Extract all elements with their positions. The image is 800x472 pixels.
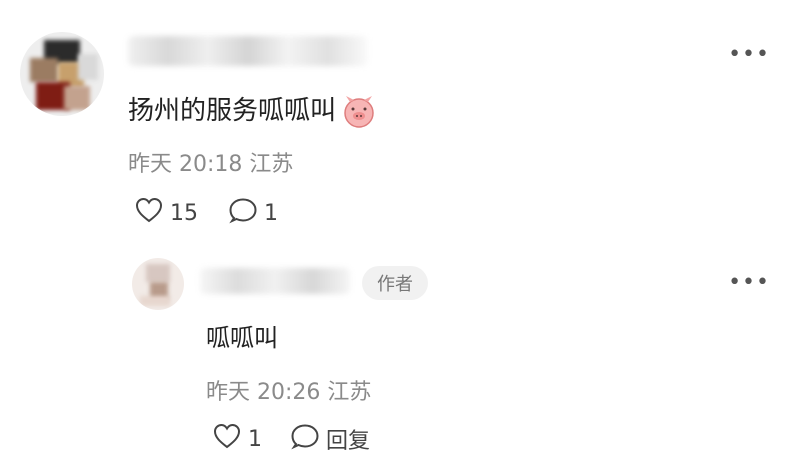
more-icon[interactable]: ••• (728, 42, 770, 67)
reply-label: 回复 (326, 429, 371, 454)
reply-meta: 昨天 20:26 江苏 (206, 374, 371, 406)
reply-count: 1 (264, 200, 278, 226)
comment-time: 昨天 20:18 (128, 152, 243, 177)
heart-icon (134, 196, 164, 230)
like-button[interactable]: 15 (134, 196, 198, 230)
comment-icon (290, 422, 320, 456)
reply-text: 呱呱叫 (206, 324, 278, 352)
comment-meta: 昨天 20:18 江苏 (128, 146, 293, 178)
pig-emoji-icon (340, 94, 378, 130)
author-badge: 作者 (362, 266, 428, 300)
username[interactable] (128, 36, 368, 66)
reply-reply-button[interactable]: 回复 (290, 422, 370, 456)
like-count: 15 (170, 200, 198, 226)
reply-more-icon[interactable]: ••• (728, 270, 770, 295)
reply-username[interactable] (200, 268, 350, 294)
reply-button[interactable]: 1 (228, 196, 278, 230)
comment-text: 扬州的服务呱呱叫 (128, 90, 378, 130)
comment-icon (228, 196, 258, 230)
reply-like-count: 1 (248, 426, 262, 452)
avatar[interactable] (20, 32, 104, 116)
comment-location: 江苏 (249, 152, 294, 177)
reply-location: 江苏 (327, 380, 372, 405)
reply-time: 昨天 20:26 (206, 380, 321, 405)
comment-body: 扬州的服务呱呱叫 (128, 96, 337, 126)
reply-like-button[interactable]: 1 (212, 422, 262, 456)
heart-icon (212, 422, 242, 456)
reply-avatar[interactable] (132, 258, 184, 310)
